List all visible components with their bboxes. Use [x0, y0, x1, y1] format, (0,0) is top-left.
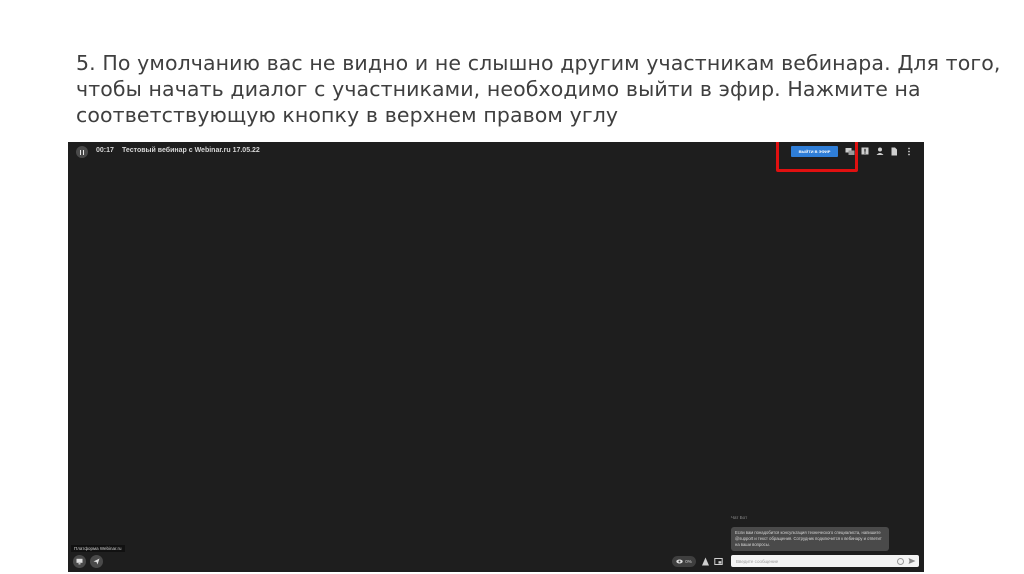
emoji-icon[interactable]: [897, 557, 904, 565]
monitor-icon: [76, 558, 83, 565]
webinar-player: 00:17 Тестовый вебинар с Webinar.ru 17.0…: [68, 142, 924, 572]
instruction-line-1: 5. По умолчанию вас не видно и не слышно…: [76, 51, 1001, 75]
platform-label: Платформа Webinar.ru: [71, 545, 125, 552]
chat-input-field[interactable]: [731, 555, 919, 567]
more-icon[interactable]: [904, 146, 914, 157]
send-reaction-button[interactable]: [90, 555, 103, 568]
paper-plane-icon: [93, 558, 100, 565]
raise-hand-icon[interactable]: [701, 557, 710, 566]
screen-share-button[interactable]: [73, 555, 86, 568]
eye-icon: [676, 559, 683, 564]
slide-instruction-text: 5. По умолчанию вас не видно и не слышно…: [76, 50, 1001, 128]
chat-message: Если вам понадобится консультация технич…: [731, 527, 889, 551]
pause-button[interactable]: [76, 146, 88, 158]
message-input[interactable]: [736, 557, 886, 565]
chat-panel: Чат Бот Если вам понадобится консультаци…: [723, 512, 919, 568]
instruction-line-3: соответствующую кнопку в верхнем правом …: [76, 103, 619, 127]
viewers-count: 0%: [685, 559, 692, 564]
webinar-title: Тестовый вебинар с Webinar.ru 17.05.22: [122, 147, 260, 154]
timer: 00:17: [96, 147, 114, 154]
instruction-line-2: чтобы начать диалог с участниками, необх…: [76, 77, 921, 101]
pause-icon: [79, 149, 82, 155]
chat-panel-label: Чат Бот: [731, 515, 748, 520]
picture-in-picture-icon[interactable]: [714, 557, 723, 566]
participants-icon[interactable]: [875, 146, 885, 157]
send-icon[interactable]: [908, 557, 916, 565]
files-icon[interactable]: [889, 146, 899, 157]
questions-icon[interactable]: [860, 146, 870, 157]
viewers-indicator[interactable]: 0%: [672, 556, 696, 567]
highlight-frame: [776, 142, 858, 172]
pause-icon-bar: [82, 149, 85, 155]
